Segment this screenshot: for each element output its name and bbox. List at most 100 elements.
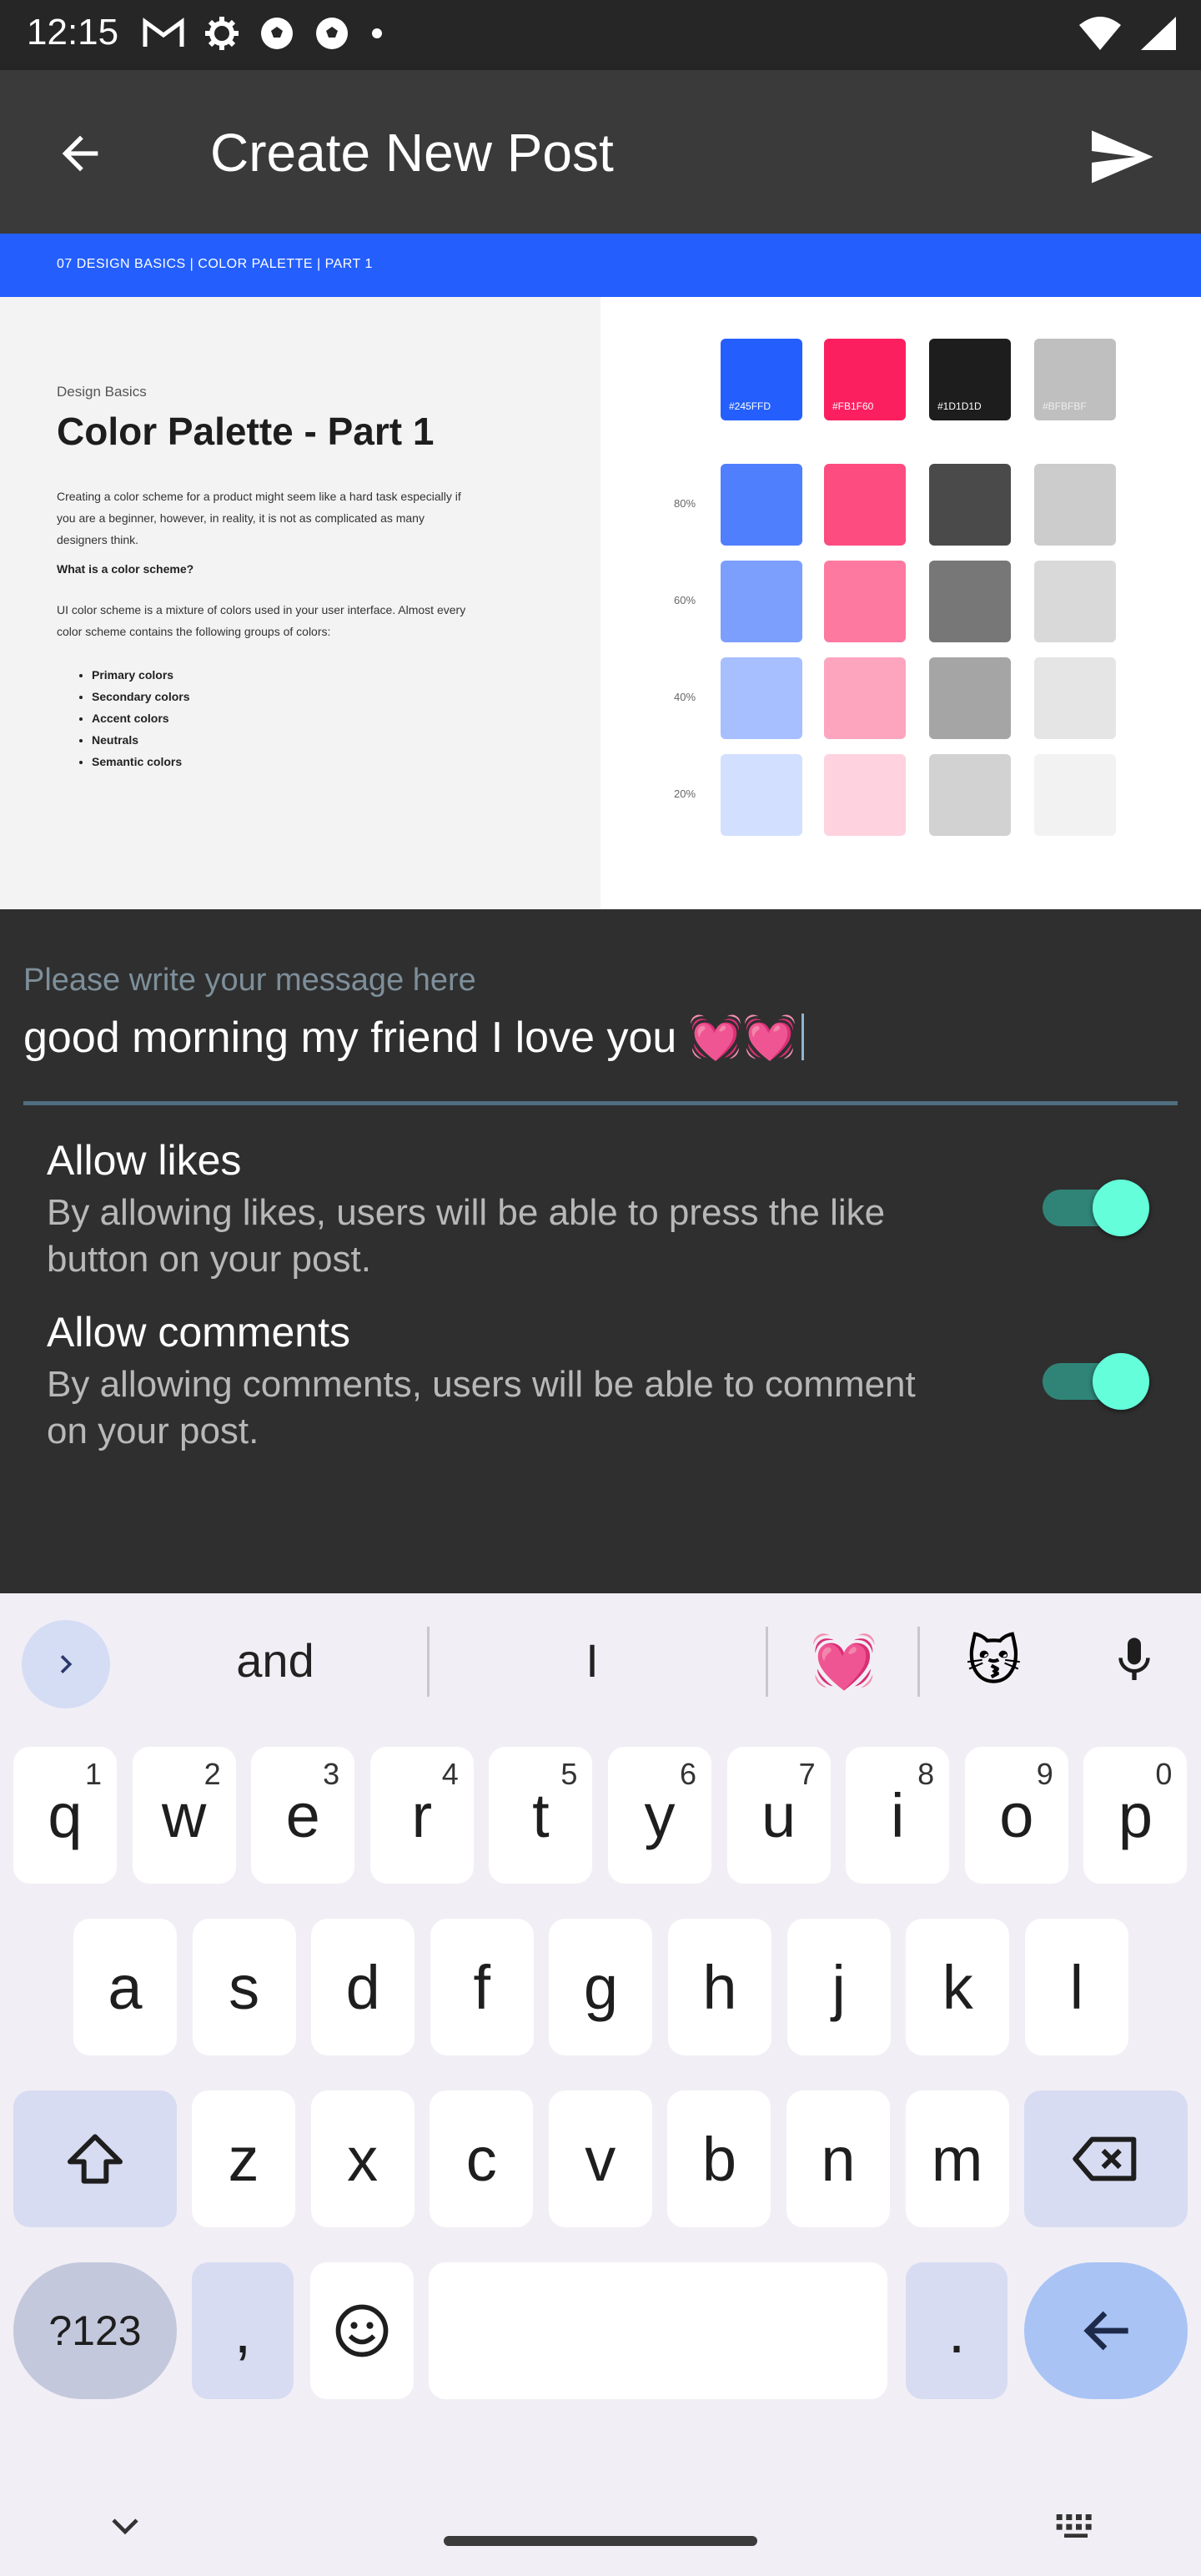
setting-allow-likes[interactable]: Allow likes By allowing likes, users wil… — [47, 1136, 1156, 1283]
dot-icon — [372, 28, 382, 38]
key-o[interactable]: o9 — [964, 1747, 1068, 1884]
back-button[interactable] — [47, 120, 113, 187]
swatch-label: #1D1D1D — [937, 400, 982, 412]
key-hint: 3 — [323, 1757, 340, 1791]
status-right-icons — [1078, 15, 1178, 52]
key-e[interactable]: e3 — [251, 1747, 355, 1884]
key-hint: 6 — [679, 1757, 696, 1791]
setting-description: By allowing likes, users will be able to… — [47, 1192, 886, 1280]
enter-key[interactable] — [1024, 2262, 1188, 2399]
key-i[interactable]: i8 — [846, 1747, 950, 1884]
key-m[interactable]: m — [905, 2090, 1009, 2227]
color-swatch — [824, 657, 906, 739]
message-input[interactable]: good morning my friend I love you 💓💓 — [23, 1008, 1178, 1066]
app-bar: Create New Post — [0, 70, 1201, 234]
key-hint: 5 — [560, 1757, 578, 1791]
key-hint: 1 — [84, 1757, 102, 1791]
key-l[interactable]: l — [1024, 1919, 1128, 2055]
key-v[interactable]: v — [548, 2090, 652, 2227]
color-swatch — [721, 464, 802, 546]
list-item: Primary colors — [92, 664, 190, 686]
soft-keyboard: and I 💓 😽 ?123 , . q1w2e3r4t5y6u7i8o9p0a… — [0, 1593, 1201, 2576]
color-swatch — [721, 561, 802, 642]
settings-icon — [205, 17, 239, 50]
key-y[interactable]: y6 — [608, 1747, 711, 1884]
hide-keyboard-icon[interactable] — [102, 2503, 148, 2549]
key-d[interactable]: d — [311, 1919, 415, 2055]
send-icon — [1092, 130, 1153, 184]
allow-comments-toggle[interactable] — [1031, 1353, 1149, 1410]
suggestion-word[interactable]: I — [467, 1633, 717, 1688]
color-swatch — [1034, 561, 1116, 642]
key-g[interactable]: g — [549, 1919, 653, 2055]
color-swatch — [929, 561, 1011, 642]
period-key[interactable]: . — [906, 2262, 1008, 2399]
suggestion-word[interactable]: and — [150, 1633, 400, 1688]
swatch-label: #BFBFBF — [1043, 400, 1087, 412]
soccer-ball-icon — [261, 18, 293, 49]
color-swatch — [929, 464, 1011, 546]
signal-icon — [1141, 17, 1176, 50]
key-f[interactable]: f — [430, 1919, 534, 2055]
key-hint: 9 — [1036, 1757, 1053, 1791]
page-title: Create New Post — [210, 123, 614, 183]
shade-label: 80% — [674, 497, 696, 510]
backspace-key[interactable] — [1024, 2090, 1188, 2227]
key-b[interactable]: b — [667, 2090, 771, 2227]
expand-toolbar-button[interactable] — [22, 1620, 110, 1708]
suggestion-bar: and I 💓 😽 — [0, 1593, 1201, 1727]
enter-icon — [1083, 2311, 1128, 2351]
allow-likes-toggle[interactable] — [1031, 1180, 1149, 1236]
setting-description: By allowing comments, users will be able… — [47, 1364, 916, 1452]
status-time: 12:15 — [27, 12, 119, 53]
key-a[interactable]: a — [73, 1919, 177, 2055]
color-swatch — [721, 754, 802, 836]
emoji-suggestion[interactable]: 😽 — [966, 1630, 1022, 1693]
home-indicator[interactable] — [444, 2536, 757, 2546]
shift-key[interactable] — [13, 2090, 177, 2227]
emoji-suggestion[interactable]: 💓 — [811, 1630, 877, 1693]
space-key[interactable] — [429, 2262, 887, 2399]
key-hint: 8 — [917, 1757, 935, 1791]
smiley-icon — [335, 2304, 389, 2357]
swatch-label: #FB1F60 — [832, 400, 874, 412]
post-image[interactable]: 07 DESIGN BASICS | COLOR PALETTE | PART … — [0, 234, 1201, 909]
keyboard-switch-icon[interactable] — [1053, 2503, 1099, 2549]
arrow-back-icon — [62, 135, 98, 172]
symbols-key[interactable]: ?123 — [13, 2262, 177, 2399]
banner-text: 07 DESIGN BASICS | COLOR PALETTE | PART … — [57, 257, 373, 271]
key-z[interactable]: z — [192, 2090, 295, 2227]
gmail-icon — [143, 18, 184, 47]
key-k[interactable]: k — [906, 1919, 1010, 2055]
comma-key[interactable]: , — [192, 2262, 294, 2399]
key-s[interactable]: s — [192, 1919, 296, 2055]
key-u[interactable]: u7 — [726, 1747, 831, 1884]
key-hint: 2 — [204, 1757, 221, 1791]
soccer-ball-icon — [316, 18, 348, 49]
key-p[interactable]: p0 — [1083, 1747, 1188, 1884]
key-n[interactable]: n — [786, 2090, 890, 2227]
key-c[interactable]: c — [430, 2090, 534, 2227]
voice-input-button[interactable] — [1101, 1627, 1168, 1693]
color-swatch — [824, 754, 906, 836]
color-swatch — [1034, 464, 1116, 546]
key-t[interactable]: t5 — [489, 1747, 593, 1884]
key-q[interactable]: q1 — [13, 1747, 117, 1884]
list-item: Secondary colors — [92, 686, 190, 707]
key-x[interactable]: x — [310, 2090, 415, 2227]
send-button[interactable] — [1081, 117, 1161, 197]
key-hint: 7 — [798, 1757, 816, 1791]
message-underline — [23, 1101, 1178, 1105]
emoji-key[interactable] — [310, 2262, 414, 2399]
key-w[interactable]: w2 — [132, 1747, 236, 1884]
color-swatch: #BFBFBF — [1034, 339, 1116, 420]
key-r[interactable]: r4 — [369, 1747, 474, 1884]
setting-allow-comments[interactable]: Allow comments By allowing comments, use… — [47, 1308, 1156, 1455]
message-text: good morning my friend I love you 💓💓 — [23, 1013, 797, 1062]
key-j[interactable]: j — [786, 1919, 891, 2055]
color-swatch — [721, 657, 802, 739]
list-item: Neutrals — [92, 729, 190, 751]
key-h[interactable]: h — [668, 1919, 771, 2055]
shade-label: 20% — [674, 787, 696, 800]
color-swatch: #245FFD — [721, 339, 802, 420]
